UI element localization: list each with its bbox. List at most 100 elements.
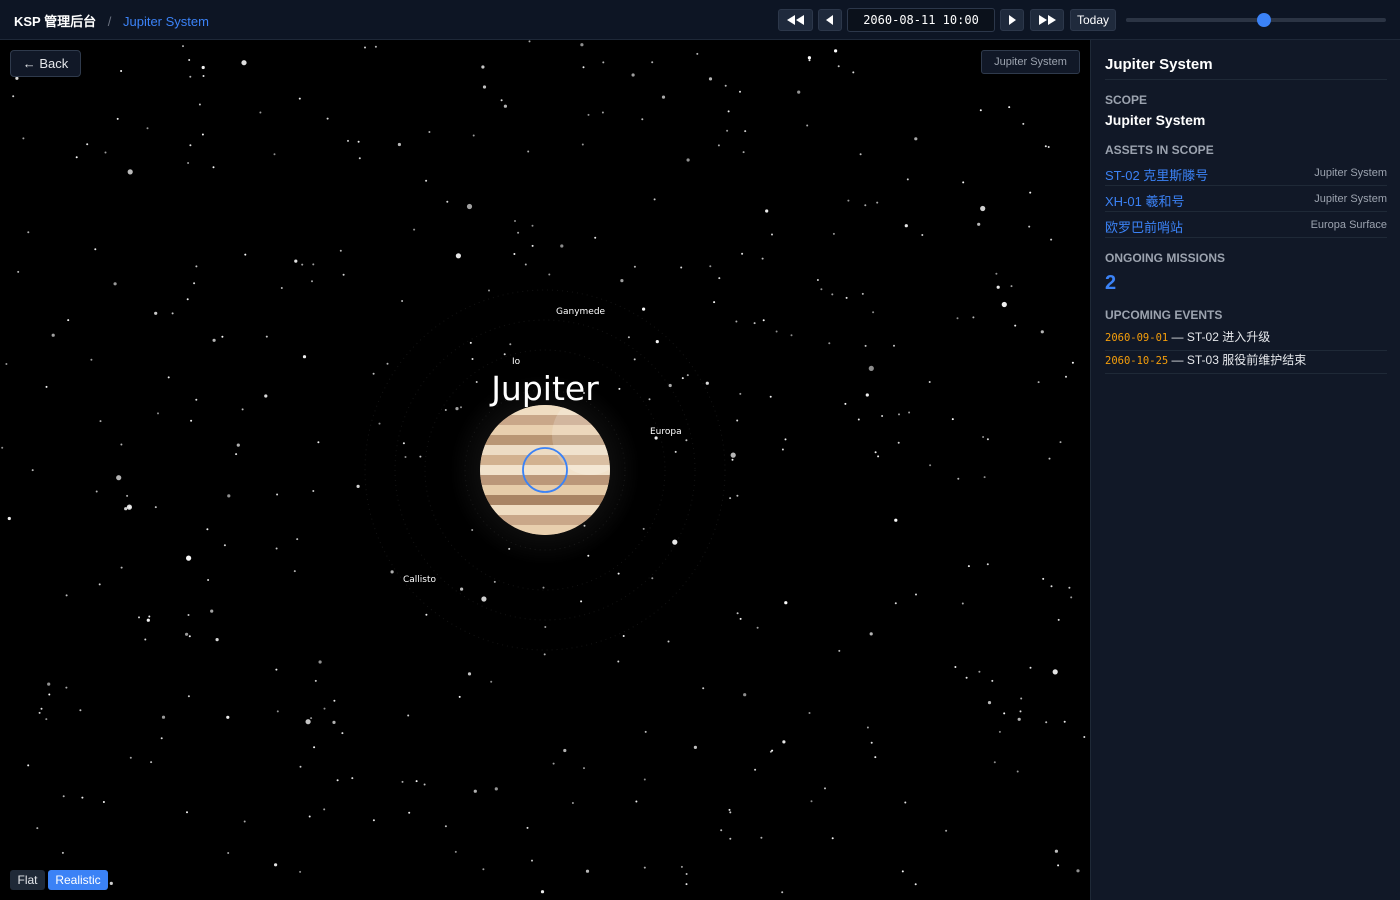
asset-row[interactable]: 欧罗巴前哨站 Europa Surface (1105, 212, 1387, 238)
fast-rewind-icon (786, 15, 804, 25)
star (956, 317, 959, 320)
breadcrumb-current[interactable]: Jupiter System (123, 14, 209, 29)
star (460, 587, 464, 591)
star (79, 709, 82, 712)
asset-name[interactable]: 欧罗巴前哨站 (1105, 217, 1183, 236)
app-name[interactable]: KSP 管理后台 (14, 14, 96, 29)
asset-row[interactable]: ST-02 克里斯滕号 Jupiter System (1105, 160, 1387, 186)
star (99, 420, 102, 423)
map-scene[interactable]: Jupiter Io Europa Ganymede Callisto (0, 40, 1090, 900)
star (305, 719, 311, 725)
planet-band (480, 495, 610, 505)
timeline-slider-thumb[interactable] (1256, 13, 1271, 27)
star (1, 446, 4, 449)
star (67, 319, 70, 322)
view-realistic-button[interactable]: Realistic (48, 870, 108, 890)
star (724, 84, 727, 87)
star (241, 408, 244, 411)
star (982, 436, 985, 438)
star (995, 272, 998, 275)
back-button[interactable]: ← Back (10, 50, 81, 77)
star (342, 273, 345, 276)
star (702, 687, 705, 690)
star (870, 741, 873, 744)
star (1047, 146, 1050, 148)
star (661, 95, 666, 99)
star (109, 881, 113, 886)
star (531, 224, 534, 227)
star (120, 443, 123, 446)
star (986, 438, 989, 441)
star (844, 402, 847, 405)
star (244, 253, 247, 256)
star (146, 127, 149, 130)
star (299, 870, 302, 873)
star (1068, 586, 1071, 589)
system-map[interactable]: Jupiter Io Europa Ganymede Callisto ← Ba… (0, 40, 1090, 900)
asset-row[interactable]: XH-01 羲和号 Jupiter System (1105, 186, 1387, 212)
star (894, 518, 898, 522)
star (633, 265, 636, 268)
star (5, 363, 8, 365)
star (65, 686, 68, 689)
today-button[interactable]: Today (1070, 9, 1116, 31)
star (729, 811, 732, 814)
asset-name[interactable]: XH-01 羲和号 (1105, 191, 1184, 210)
star (341, 732, 344, 735)
star (1001, 301, 1007, 308)
star (210, 609, 214, 613)
star (585, 869, 590, 873)
star (12, 95, 15, 98)
star (739, 617, 742, 620)
star (674, 450, 677, 453)
star (728, 808, 731, 811)
star (351, 777, 354, 780)
step-forward-button[interactable] (1000, 9, 1024, 31)
star (75, 156, 78, 159)
fast-forward-button[interactable] (1030, 9, 1064, 31)
star (1014, 324, 1017, 327)
star (378, 422, 381, 425)
star (187, 614, 190, 616)
asset-name[interactable]: ST-02 克里斯滕号 (1105, 165, 1208, 184)
date-display[interactable]: 2060-08-11 10:00 (847, 8, 995, 32)
star (845, 296, 848, 299)
star (98, 583, 101, 586)
star (736, 419, 739, 422)
star (864, 344, 867, 347)
star (61, 851, 64, 854)
fast-rewind-button[interactable] (778, 9, 813, 31)
star (299, 765, 302, 768)
star (739, 90, 741, 93)
star (38, 711, 41, 714)
star (317, 441, 320, 444)
moon-label-ganymede[interactable]: Ganymede (556, 307, 606, 317)
star (146, 618, 150, 622)
star (1044, 145, 1047, 148)
star (154, 311, 158, 315)
star (358, 157, 361, 160)
star (390, 570, 394, 574)
star (951, 418, 954, 421)
star (680, 266, 683, 269)
star (967, 565, 970, 568)
moon-label-europa[interactable]: Europa (650, 427, 682, 437)
moon-label-io[interactable]: Io (512, 357, 521, 367)
star (236, 443, 240, 447)
step-back-button[interactable] (818, 9, 842, 31)
star (444, 825, 447, 828)
star (784, 601, 788, 605)
timeline-slider[interactable] (1126, 13, 1386, 27)
star (104, 151, 107, 154)
star (48, 693, 51, 696)
star (425, 613, 428, 616)
star (455, 253, 461, 259)
star (481, 596, 487, 602)
star (527, 150, 530, 153)
view-flat-button[interactable]: Flat (10, 870, 45, 890)
star (113, 282, 117, 286)
star (735, 320, 738, 323)
moon-label-callisto[interactable]: Callisto (403, 575, 437, 585)
breadcrumb: KSP 管理后台 / Jupiter System (14, 11, 209, 30)
star (945, 829, 948, 832)
